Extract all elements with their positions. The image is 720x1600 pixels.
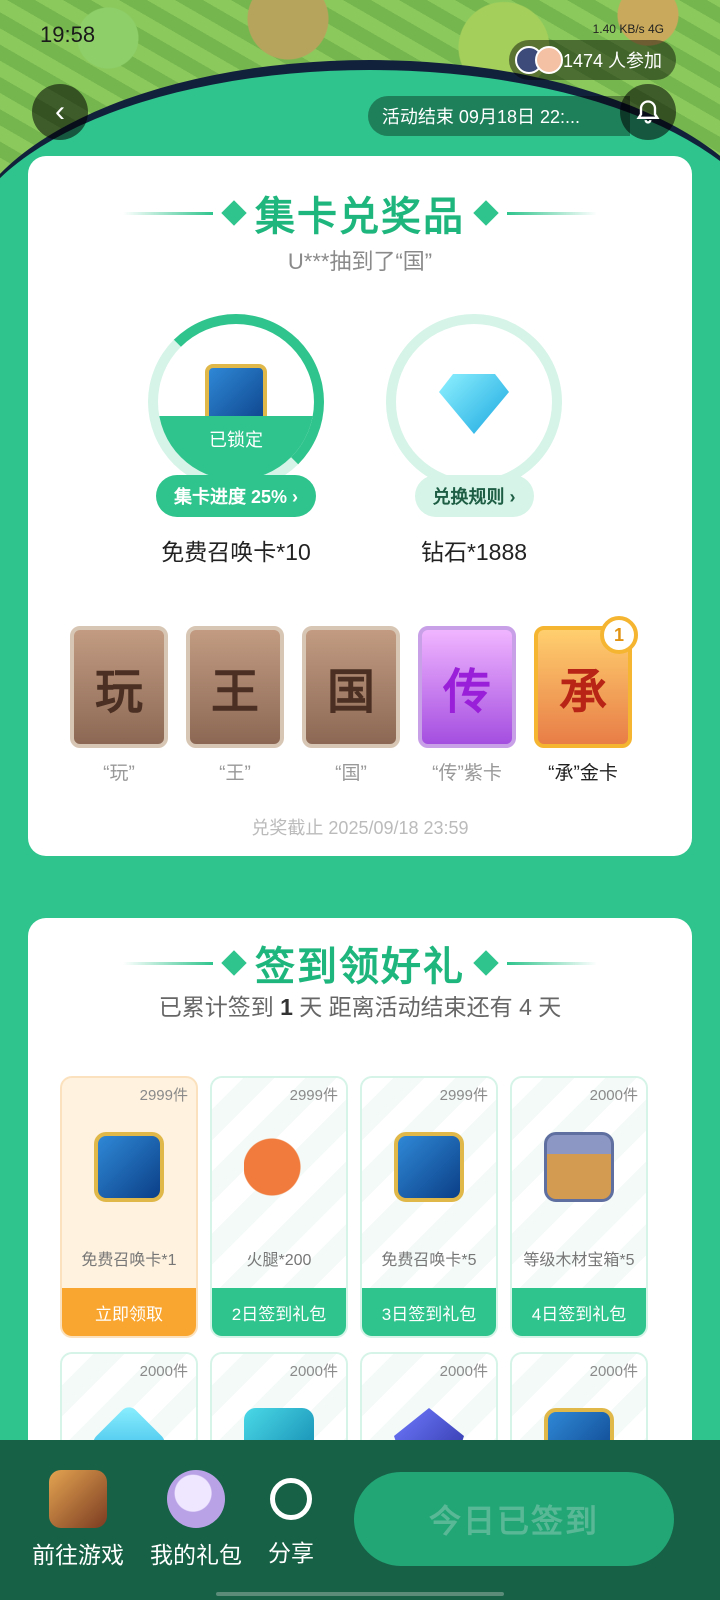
word-card-cheng[interactable]: 承 1 “承”金卡	[534, 616, 638, 785]
word-card-guo[interactable]: 国 “国”	[302, 626, 400, 785]
signin-title: 签到领好礼	[28, 934, 692, 992]
chest-icon	[544, 1132, 614, 1202]
activity-end-time: 活动结束 09月18日 22:...	[367, 96, 630, 136]
signin-reward-day3[interactable]: 2999件 免费召唤卡*5 3日签到礼包	[360, 1076, 498, 1338]
share-icon	[270, 1478, 312, 1520]
participants-badge: 1474 人参加	[508, 40, 676, 80]
status-time: 19:58	[40, 22, 96, 47]
word-card-chuan[interactable]: 传 “传”紫卡	[418, 626, 516, 785]
share-label: 分享	[268, 1540, 314, 1566]
signin-summary: 已累计签到 1 天 距离活动结束还有 4 天	[28, 988, 692, 1022]
home-indicator	[216, 1592, 504, 1596]
share-button[interactable]: 分享	[268, 1470, 314, 1568]
prize-diamonds[interactable]: 兑换规则 › 钻石*1888	[374, 314, 574, 567]
word-card-wan[interactable]: 玩 “玩”	[70, 626, 168, 785]
ham-icon	[244, 1132, 314, 1202]
card-label: “玩”	[103, 763, 135, 784]
signin-reward-day1[interactable]: 2999件 免费召唤卡*1 立即领取	[60, 1076, 198, 1338]
stock-count: 2000件	[589, 1087, 638, 1104]
my-gifts-label: 我的礼包	[150, 1542, 242, 1568]
stock-count: 2000件	[439, 1363, 488, 1380]
reward-name: 免费召唤卡*5	[381, 1252, 477, 1269]
collect-title: 集卡兑奖品	[28, 184, 692, 242]
card-label: “王”	[219, 763, 251, 784]
go-to-game-button[interactable]: 前往游戏	[32, 1470, 124, 1570]
collect-cards-row: 玩 “玩” 王 “王” 国 “国” 传 “传”紫卡 承 1 “承”金卡	[70, 616, 638, 785]
signin-summary-suffix: 天 距离活动结束还有 4 天	[292, 994, 562, 1020]
stock-count: 2999件	[439, 1087, 488, 1104]
stock-count: 2000件	[139, 1363, 188, 1380]
my-gifts-button[interactable]: 我的礼包	[150, 1470, 242, 1570]
chevron-left-icon: ‹	[55, 95, 65, 128]
bottom-action-bar: 前往游戏 我的礼包 分享 今日已签到	[0, 1440, 720, 1600]
stock-count: 2000件	[589, 1363, 638, 1380]
reward-name: 免费召唤卡*1	[81, 1252, 177, 1269]
go-to-game-label: 前往游戏	[32, 1542, 124, 1568]
card-label: “国”	[335, 763, 367, 784]
day-reward-button[interactable]: 3日签到礼包	[362, 1288, 496, 1336]
signin-reward-day2[interactable]: 2999件 火腿*200 2日签到礼包	[210, 1076, 348, 1338]
card-face: 传	[418, 626, 516, 748]
claim-now-button[interactable]: 立即领取	[62, 1288, 196, 1336]
exchange-rules-button[interactable]: 兑换规则 ›	[414, 475, 534, 517]
card-glyph: 承	[558, 666, 607, 719]
participant-avatars	[514, 46, 563, 74]
reward-name: 火腿*200	[246, 1252, 312, 1269]
progress-ring: 已锁定	[148, 314, 324, 490]
signin-summary-prefix: 已累计签到	[158, 994, 281, 1020]
reward-name: 等级木材宝箱*5	[523, 1252, 635, 1269]
gift-avatar-icon	[167, 1470, 225, 1528]
status-indicators: 1.40 KB/s 4G	[592, 22, 664, 36]
back-button[interactable]: ‹	[32, 84, 88, 140]
game-icon	[49, 1470, 107, 1528]
draw-ticker: U***抽到了“国”	[287, 249, 433, 274]
word-card-wang[interactable]: 王 “王”	[186, 626, 284, 785]
locked-label: 已锁定	[158, 416, 314, 480]
summon-card-icon	[394, 1132, 464, 1202]
stock-count: 2999件	[139, 1087, 188, 1104]
card-label: “承”金卡	[548, 763, 618, 784]
prize-name: 钻石*1888	[420, 539, 528, 565]
card-face: 王	[186, 626, 284, 748]
signin-reward-day4[interactable]: 2000件 等级木材宝箱*5 4日签到礼包	[510, 1076, 648, 1338]
signed-today-button[interactable]: 今日已签到	[354, 1472, 674, 1566]
collect-title-text: 集卡兑奖品	[255, 195, 465, 239]
collect-card-section: 集卡兑奖品 U***抽到了“国” 已锁定 集卡进度 25% › 免费召唤卡*10…	[28, 156, 692, 856]
prize-summon-cards[interactable]: 已锁定 集卡进度 25% › 免费召唤卡*10	[136, 314, 336, 567]
collect-progress-button[interactable]: 集卡进度 25% ›	[155, 475, 317, 517]
stock-count: 2000件	[289, 1363, 338, 1380]
card-face: 国	[302, 626, 400, 748]
prize-name: 免费召唤卡*10	[161, 539, 311, 565]
card-face: 承 1	[534, 616, 638, 748]
reminder-button[interactable]	[620, 84, 676, 140]
redeem-deadline: 兑奖截止 2025/09/18 23:59	[251, 818, 469, 838]
diamond-icon	[439, 374, 509, 434]
prize-ring	[386, 314, 562, 490]
day-reward-button[interactable]: 2日签到礼包	[212, 1288, 346, 1336]
stock-count: 2999件	[289, 1087, 338, 1104]
bell-icon	[636, 100, 660, 124]
card-label: “传”紫卡	[432, 763, 502, 784]
card-count-badge: 1	[600, 616, 638, 654]
day-reward-button[interactable]: 4日签到礼包	[512, 1288, 646, 1336]
signin-days: 1	[280, 994, 293, 1020]
signin-title-text: 签到领好礼	[255, 945, 465, 989]
summon-card-icon	[94, 1132, 164, 1202]
card-face: 玩	[70, 626, 168, 748]
avatar	[534, 46, 563, 74]
participants-count: 1474 人参加	[562, 51, 662, 71]
